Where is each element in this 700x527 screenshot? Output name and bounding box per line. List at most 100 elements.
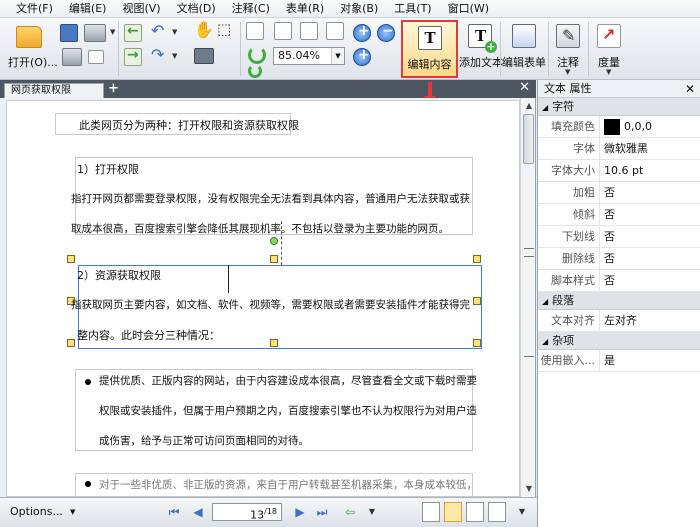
chevron-down-icon[interactable]: ▼ (110, 28, 115, 36)
section2-line2[interactable]: 整内容。此时会分三种情况： (77, 327, 220, 343)
close-tab-icon[interactable]: ✕ (519, 80, 530, 95)
menu-form[interactable]: 表单(R) (278, 0, 332, 18)
go-back-icon[interactable]: ⇦ (340, 502, 360, 522)
property-value[interactable]: 是 (600, 350, 615, 371)
chevron-down-icon[interactable]: ▼ (512, 502, 532, 522)
property-value[interactable]: 左对齐 (600, 310, 637, 331)
add-text-button[interactable]: 添加文本 (459, 20, 503, 78)
fit-page-icon[interactable] (274, 22, 292, 40)
scroll-down-icon[interactable]: ▼ (523, 483, 535, 495)
section-character[interactable]: ◢ 字符 (538, 98, 700, 116)
continuous-view-icon[interactable] (444, 502, 462, 522)
property-value[interactable]: 10.6 pt (600, 160, 643, 181)
resize-handle[interactable] (473, 255, 481, 263)
section1-line1[interactable]: 指打开网页都需要登录权限，没有权限完全无法看到具体内容，普通用户无法获取或获 (71, 191, 470, 206)
page-number-input[interactable]: 13/18 (212, 503, 282, 522)
zoom-out-icon[interactable] (377, 23, 395, 42)
zoom-in-icon[interactable] (353, 23, 371, 42)
new-tab-icon[interactable]: + (108, 81, 119, 96)
property-row[interactable]: 删除线否 (538, 248, 700, 270)
resize-handle[interactable] (473, 339, 481, 347)
continuous-facing-view-icon[interactable] (488, 502, 506, 522)
menu-file[interactable]: 文件(F) (8, 0, 61, 18)
scroll-thumb[interactable] (523, 114, 534, 164)
email-icon[interactable] (88, 50, 104, 64)
forward-icon[interactable] (124, 47, 142, 66)
section-paragraph[interactable]: ◢ 段落 (538, 292, 700, 310)
measure-button[interactable]: 度量 ▼ (591, 20, 627, 78)
print-icon[interactable] (62, 48, 82, 66)
property-row[interactable]: 倾斜否 (538, 204, 700, 226)
undo-icon[interactable] (150, 21, 168, 42)
annotate-button[interactable]: 注释 ▼ (551, 20, 585, 78)
options-button[interactable]: Options... ▼ (6, 503, 82, 521)
open-button[interactable]: 打开(O)... (6, 20, 58, 78)
property-row[interactable]: 使用嵌入... 是 (538, 350, 700, 372)
zoom-tool-icon[interactable] (353, 47, 371, 66)
property-row[interactable]: 填充颜色 0,0,0 (538, 116, 700, 138)
hand-icon[interactable] (194, 20, 214, 40)
redo-icon[interactable] (150, 45, 168, 66)
fit-visible-icon[interactable] (326, 22, 344, 40)
property-row[interactable]: 脚本样式否 (538, 270, 700, 292)
menu-window[interactable]: 窗口(W) (440, 0, 497, 18)
property-row[interactable]: 文本对齐 左对齐 (538, 310, 700, 332)
bullet1-line1[interactable]: 提供优质、正版内容的网站，由于内容建设成本很高，尽管查看全文或下载时需要 (99, 373, 477, 388)
prev-page-icon[interactable]: ◀ (188, 502, 208, 522)
property-row[interactable]: 加粗否 (538, 182, 700, 204)
section2-line1[interactable]: 指获取网页主要内容，如文档、软件、视频等，需要权限或者需要安装插件才能获得完 (71, 297, 470, 312)
property-value[interactable]: 否 (600, 204, 615, 225)
property-value[interactable]: 否 (600, 248, 615, 269)
property-value[interactable]: 否 (600, 182, 615, 203)
facing-view-icon[interactable] (466, 502, 484, 522)
camera-icon[interactable] (194, 48, 214, 64)
resize-handle[interactable] (67, 255, 75, 263)
document-view[interactable]: 此类网页分为两种：打开权限和资源获取权限 1）打开权限 指打开网页都需要登录权限… (0, 98, 536, 497)
chevron-down-icon[interactable]: ▼ (362, 502, 382, 522)
menu-document[interactable]: 文档(D) (169, 0, 224, 18)
fit-width-icon[interactable] (300, 22, 318, 40)
last-page-icon[interactable]: ⏭ (312, 502, 332, 522)
rotate-handle[interactable] (270, 237, 278, 245)
property-row[interactable]: 下划线否 (538, 226, 700, 248)
intro-text[interactable]: 此类网页分为两种：打开权限和资源获取权限 (79, 117, 299, 133)
first-page-icon[interactable]: ⏮ (164, 502, 184, 522)
zoom-select[interactable]: 85.04% ▼ (273, 47, 345, 65)
property-value[interactable]: 否 (600, 270, 615, 291)
close-icon[interactable]: ✕ (685, 80, 695, 98)
section1-line2[interactable]: 取成本很高，百度搜索引擎会降低其展现机率。不包括以登录为主要功能的网页。 (71, 221, 449, 236)
chevron-down-icon[interactable]: ▼ (172, 52, 177, 60)
menu-tools[interactable]: 工具(T) (386, 0, 439, 18)
property-value[interactable]: 微软雅黑 (600, 138, 648, 159)
bullet1-line3[interactable]: 成伤害，给予与正常可访问页面相同的对待。 (99, 433, 309, 448)
bullet1-line2[interactable]: 权限或安装插件，但属于用户预期之内，百度搜索引擎也不认为权限行为对用户造 (99, 403, 477, 418)
rotate-right-icon[interactable] (248, 64, 262, 78)
color-swatch[interactable] (604, 118, 620, 135)
property-row[interactable]: 字体大小 10.6 pt (538, 160, 700, 182)
property-value[interactable]: 0,0,0 (600, 116, 652, 137)
chevron-down-icon[interactable]: ▼ (172, 28, 177, 36)
menu-view[interactable]: 视图(V) (114, 0, 168, 18)
resize-handle[interactable] (270, 255, 278, 263)
edit-form-button[interactable]: 编辑表单 (501, 20, 547, 78)
menu-comment[interactable]: 注释(C) (224, 0, 278, 18)
resize-handle[interactable] (270, 339, 278, 347)
tab-document[interactable]: 网页获取权限 (4, 83, 104, 98)
scanner-icon[interactable] (84, 24, 106, 42)
menu-edit[interactable]: 编辑(E) (61, 0, 115, 18)
menu-object[interactable]: 对象(B) (332, 0, 386, 18)
pdf-page[interactable]: 此类网页分为两种：打开权限和资源获取权限 1）打开权限 指打开网页都需要登录权限… (6, 100, 520, 497)
back-icon[interactable] (124, 23, 142, 42)
resize-handle[interactable] (67, 339, 75, 347)
scroll-up-icon[interactable]: ▲ (523, 100, 535, 112)
single-page-view-icon[interactable] (422, 502, 440, 522)
property-row[interactable]: 字体 微软雅黑 (538, 138, 700, 160)
vertical-scrollbar[interactable]: ▲ ▼ (520, 98, 535, 497)
chevron-down-icon[interactable]: ▼ (331, 48, 344, 64)
bullet2-line1[interactable]: 对于一些非优质、非正版的资源，来自于用户转载甚至机器采集，本身成本较低， (99, 477, 477, 492)
edit-content-button[interactable]: 编辑内容 (401, 20, 458, 78)
section1-title[interactable]: 1）打开权限 (77, 161, 139, 177)
property-value[interactable]: 否 (600, 226, 615, 247)
section2-title[interactable]: 2）资源获取权限 (77, 267, 161, 283)
select-text-icon[interactable] (216, 20, 234, 40)
